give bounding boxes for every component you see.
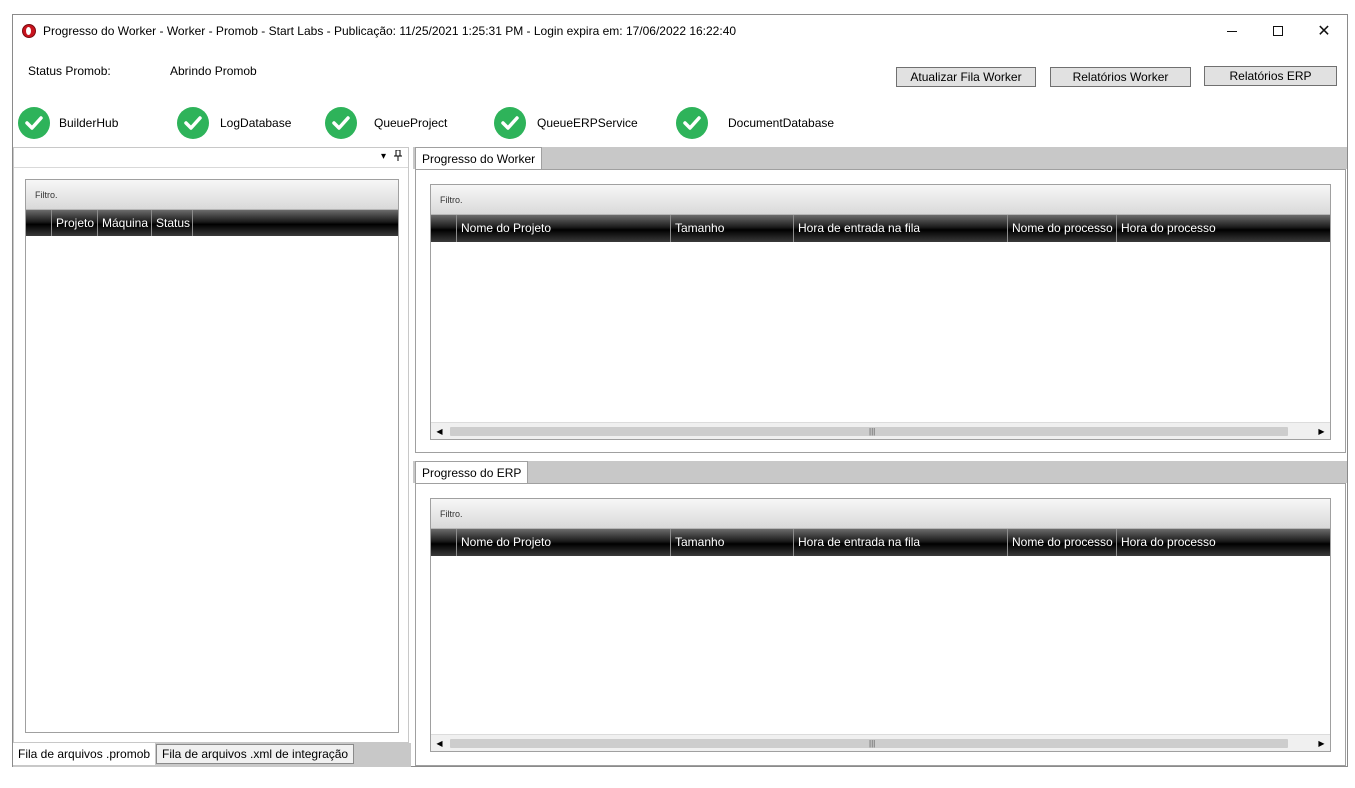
column-header-process-name[interactable]: Nome do processo: [1007, 529, 1116, 556]
service-label-logdatabase: LogDatabase: [220, 116, 292, 130]
scroll-left-icon[interactable]: ◀: [431, 735, 448, 752]
grip-icon: |||: [869, 739, 876, 748]
column-header-queue-entry-time[interactable]: Hora de entrada na fila: [793, 529, 1007, 556]
service-queueerpservice: [494, 105, 526, 141]
scroll-thumb[interactable]: |||: [450, 739, 1288, 748]
erp-progress-panel: Filtro. Nome do Projeto Tamanho Hora de …: [415, 483, 1346, 766]
scroll-left-icon[interactable]: ◀: [431, 423, 448, 440]
service-queueproject: [325, 105, 357, 141]
chevron-down-icon[interactable]: ▾: [381, 151, 386, 162]
check-icon: [177, 107, 209, 139]
filter-label: Filtro.: [440, 195, 463, 205]
service-documentdatabase: [676, 105, 708, 141]
column-header-queue-entry-time[interactable]: Hora de entrada na fila: [793, 215, 1007, 242]
tab-erp-progress[interactable]: Progresso do ERP: [415, 461, 529, 484]
check-icon: [494, 107, 526, 139]
close-button[interactable]: ✕: [1301, 15, 1347, 47]
app-window: Progresso do Worker - Worker - Promob - …: [12, 14, 1348, 767]
service-label-queueerpservice: QueueERPService: [537, 116, 638, 130]
pin-icon[interactable]: [394, 149, 402, 164]
grip-icon: |||: [869, 427, 876, 436]
column-header-project-name[interactable]: Nome do Projeto: [456, 215, 670, 242]
worker-reports-button[interactable]: Relatórios Worker: [1050, 67, 1191, 87]
service-label-queueproject: QueueProject: [374, 116, 448, 130]
scroll-right-icon[interactable]: ▶: [1313, 735, 1330, 752]
erp-progress-grid: Filtro. Nome do Projeto Tamanho Hora de …: [430, 498, 1331, 752]
grid-column-headers: Projeto Máquina Status: [26, 210, 398, 236]
service-builderhub: [18, 105, 50, 141]
maximize-button[interactable]: [1255, 15, 1301, 47]
worker-progress-grid: Filtro. Nome do Projeto Tamanho Hora de …: [430, 184, 1331, 440]
tab-promob-queue[interactable]: Fila de arquivos .promob: [13, 743, 156, 765]
horizontal-scrollbar[interactable]: ◀ ||| ▶: [431, 422, 1330, 439]
grid-column-headers: Nome do Projeto Tamanho Hora de entrada …: [431, 529, 1330, 556]
filter-label: Filtro.: [440, 509, 463, 519]
horizontal-scrollbar[interactable]: ◀ ||| ▶: [431, 734, 1330, 751]
check-icon: [325, 107, 357, 139]
tab-worker-progress[interactable]: Progresso do Worker: [415, 147, 543, 170]
app-logo-icon: [22, 24, 36, 38]
service-label-documentdatabase: DocumentDatabase: [728, 116, 835, 130]
column-header-project-name[interactable]: Nome do Projeto: [456, 529, 670, 556]
check-icon: [18, 107, 50, 139]
window-title: Progresso do Worker - Worker - Promob - …: [43, 24, 737, 38]
check-icon: [676, 107, 708, 139]
file-queue-grid: Filtro. Projeto Máquina Status: [25, 179, 399, 733]
worker-tab-strip: Progresso do Worker: [413, 147, 1347, 170]
column-header-maquina[interactable]: Máquina: [97, 210, 152, 236]
scroll-thumb[interactable]: |||: [450, 427, 1288, 436]
grid-column-headers: Nome do Projeto Tamanho Hora de entrada …: [431, 215, 1330, 242]
minimize-icon: [1227, 30, 1237, 32]
left-panel-tabs: Fila de arquivos .promob Fila de arquivo…: [13, 743, 411, 767]
minimize-button[interactable]: [1209, 15, 1255, 47]
column-header-status[interactable]: Status: [151, 210, 193, 236]
title-bar: Progresso do Worker - Worker - Promob - …: [13, 15, 1347, 47]
column-header-process-time[interactable]: Hora do processo: [1116, 215, 1330, 242]
column-header-size[interactable]: Tamanho: [670, 529, 793, 556]
erp-tab-strip: Progresso do ERP: [413, 461, 1347, 484]
column-header-projeto[interactable]: Projeto: [51, 210, 98, 236]
status-promob-label: Status Promob:: [28, 64, 111, 78]
filter-row[interactable]: Filtro.: [26, 180, 398, 210]
erp-reports-button[interactable]: Relatórios ERP: [1204, 66, 1337, 86]
status-promob-value: Abrindo Promob: [170, 64, 257, 78]
service-logdatabase: [177, 105, 209, 141]
worker-progress-panel: Filtro. Nome do Projeto Tamanho Hora de …: [415, 169, 1346, 453]
update-worker-queue-button[interactable]: Atualizar Fila Worker: [896, 67, 1036, 87]
scroll-right-icon[interactable]: ▶: [1313, 423, 1330, 440]
file-queue-panel: ▾ Filtro. Projeto Máquina Status: [13, 147, 409, 743]
maximize-icon: [1273, 26, 1283, 36]
close-icon: ✕: [1317, 23, 1331, 40]
column-header-process-time[interactable]: Hora do processo: [1116, 529, 1330, 556]
service-status-bar: BuilderHub LogDatabase QueueProject Queu…: [13, 105, 1347, 141]
filter-row[interactable]: Filtro.: [431, 499, 1330, 529]
filter-label: Filtro.: [35, 190, 58, 200]
column-header-process-name[interactable]: Nome do processo: [1007, 215, 1116, 242]
column-header-size[interactable]: Tamanho: [670, 215, 793, 242]
tab-xml-queue[interactable]: Fila de arquivos .xml de integração: [156, 744, 355, 764]
filter-row[interactable]: Filtro.: [431, 185, 1330, 215]
service-label-builderhub: BuilderHub: [59, 116, 119, 130]
panel-header: ▾: [14, 148, 408, 168]
